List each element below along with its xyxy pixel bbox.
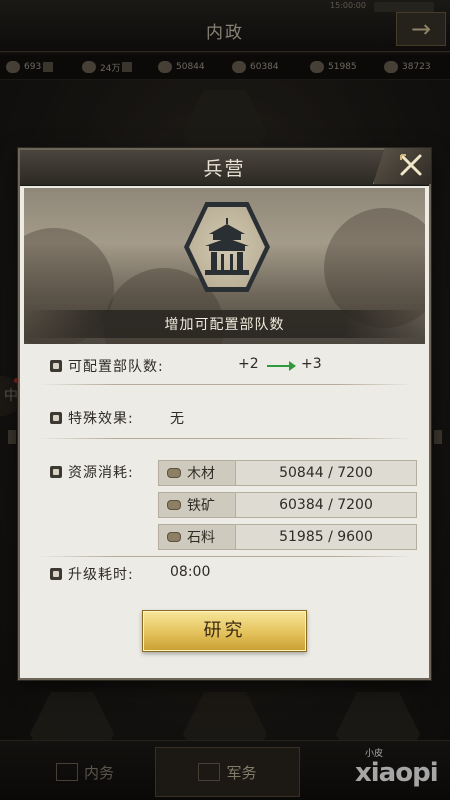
- time-value: 08:00: [170, 564, 211, 580]
- barracks-icon: [205, 218, 249, 275]
- dialog-title: 兵营: [203, 158, 246, 180]
- cost-row-iron: 铁矿 60384 / 7200: [158, 492, 417, 518]
- effect-value: 无: [170, 411, 184, 427]
- arrow-right-icon: [267, 361, 296, 371]
- effect-icon: [50, 412, 62, 424]
- wood-icon: [167, 468, 181, 478]
- effect-label: 特殊效果:: [68, 411, 134, 427]
- building-effect-caption: 增加可配置部队数: [164, 317, 285, 333]
- cost-amount: 60384 / 7200: [236, 492, 417, 518]
- cost-label: 资源消耗:: [68, 465, 134, 481]
- cost-name-cell: 铁矿: [158, 492, 236, 518]
- clock-icon: [50, 568, 62, 580]
- cost-amount: 51985 / 9600: [236, 524, 417, 550]
- cost-name-cell: 木材: [158, 460, 236, 486]
- troops-to-value: +3: [301, 356, 322, 372]
- dialog-header: 兵营: [20, 150, 429, 186]
- divider: [38, 384, 413, 385]
- cost-name: 木材: [187, 466, 215, 482]
- banner-caption: 增加可配置部队数: [24, 310, 425, 338]
- cost-icon: [50, 466, 62, 478]
- troops-from-value: +2: [238, 356, 259, 372]
- divider: [38, 438, 413, 439]
- time-label: 升级耗时:: [68, 567, 134, 583]
- barracks-dialog: 兵营 增加可配置部队数 可配置部队数: +2 +3 特殊效果: 无 资源消耗: …: [18, 148, 431, 680]
- troops-label: 可配置部队数:: [68, 359, 164, 375]
- cost-amount: 50844 / 7200: [236, 460, 417, 486]
- cost-row-stone: 石料 51985 / 9600: [158, 524, 417, 550]
- iron-ore-icon: [167, 500, 181, 510]
- stone-icon: [167, 532, 181, 542]
- research-button[interactable]: 研究: [142, 610, 307, 652]
- cost-name: 铁矿: [187, 498, 215, 514]
- close-icon: [400, 154, 422, 176]
- divider: [38, 556, 413, 557]
- troop-icon: [50, 360, 62, 372]
- cost-name: 石料: [187, 530, 215, 546]
- cost-name-cell: 石料: [158, 524, 236, 550]
- building-banner: 增加可配置部队数: [24, 188, 425, 344]
- cost-row-wood: 木材 50844 / 7200: [158, 460, 417, 486]
